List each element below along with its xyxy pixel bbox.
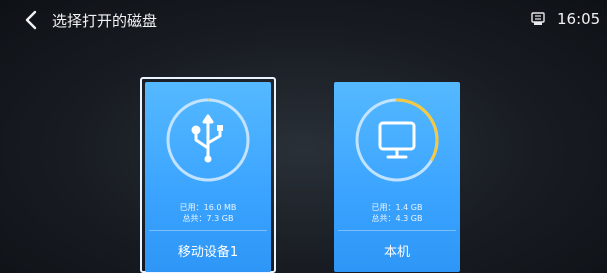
top-bar: 选择打开的磁盘 16:05 bbox=[0, 0, 607, 40]
total-space: 总共：7.3 GB bbox=[182, 214, 234, 223]
usage-ring bbox=[355, 98, 439, 182]
used-space: 已用：16.0 MB bbox=[179, 203, 237, 212]
usb-icon bbox=[191, 114, 223, 163]
disk-name: 本机 bbox=[383, 245, 410, 260]
disk-card-local[interactable]: 已用：1.4 GB 总共：4.3 GB 本机 bbox=[334, 82, 470, 273]
monitor-icon bbox=[378, 121, 416, 159]
disk-name: 移动设备1 bbox=[177, 245, 239, 260]
usage-ring bbox=[166, 98, 250, 182]
disk-card[interactable]: 已用：1.4 GB 总共：4.3 GB 本机 bbox=[334, 82, 460, 272]
back-button[interactable] bbox=[20, 8, 44, 32]
chevron-left-icon bbox=[25, 10, 37, 30]
disk-card-removable-selected[interactable]: 已用：16.0 MB 总共：7.3 GB 移动设备1 bbox=[140, 77, 276, 273]
divider bbox=[338, 230, 456, 231]
used-space: 已用：1.4 GB bbox=[371, 203, 423, 212]
network-icon bbox=[531, 12, 545, 25]
page-title: 选择打开的磁盘 bbox=[52, 12, 158, 30]
divider bbox=[149, 230, 267, 231]
total-space: 总共：4.3 GB bbox=[371, 214, 423, 223]
clock: 16:05 bbox=[557, 10, 601, 28]
disk-card[interactable]: 已用：16.0 MB 总共：7.3 GB 移动设备1 bbox=[145, 82, 271, 272]
